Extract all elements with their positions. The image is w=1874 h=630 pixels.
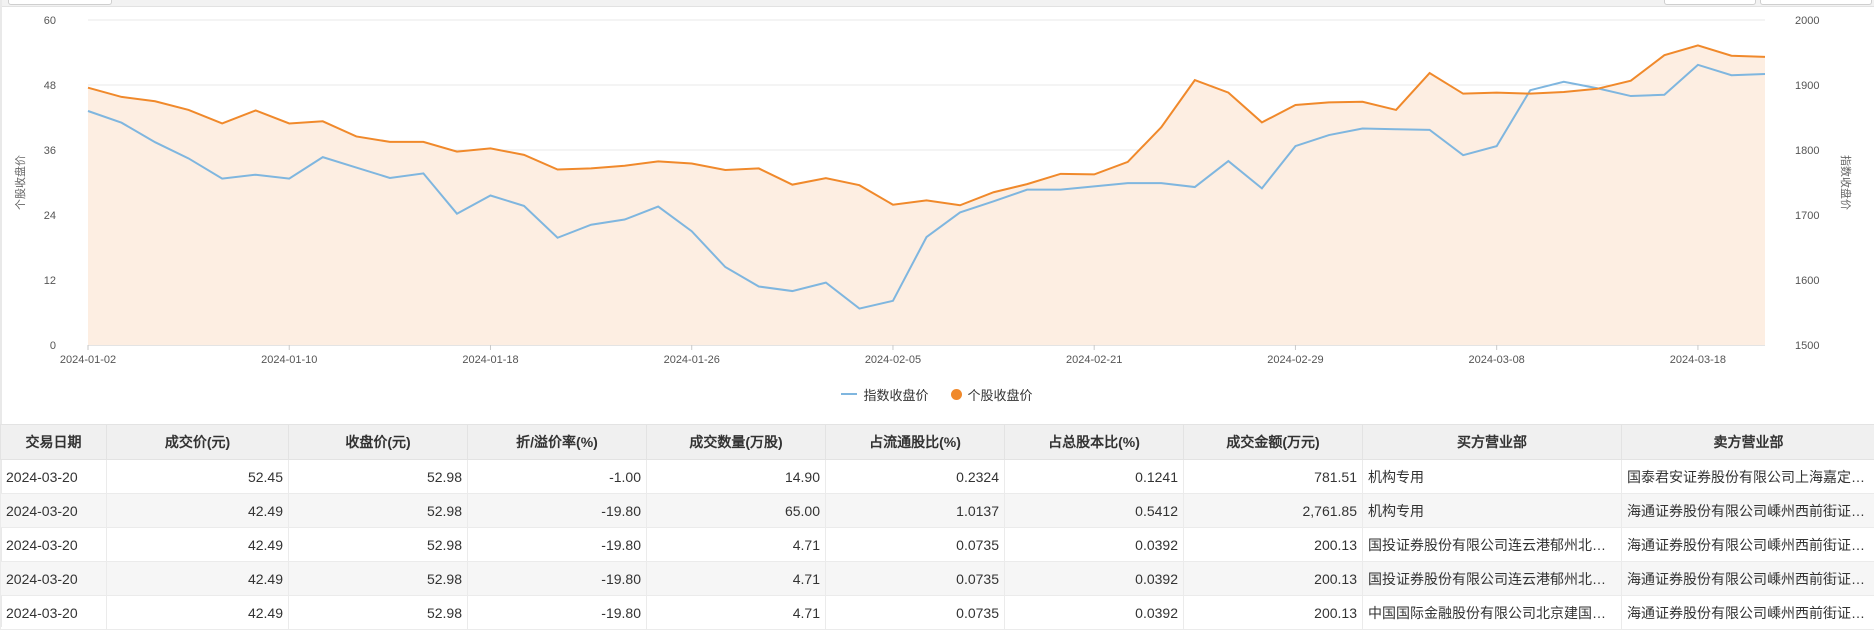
left-tick-label: 24 [44, 210, 56, 222]
header-volume[interactable]: 成交数量(万股) [647, 425, 826, 460]
cell-amount: 200.13 [1184, 528, 1363, 562]
cell-volume: 4.71 [647, 528, 826, 562]
left-tick-label: 60 [44, 15, 56, 27]
cell-premium: -1.00 [468, 460, 647, 494]
header-trade-date[interactable]: 交易日期 [1, 425, 107, 460]
cell-close-price: 52.98 [289, 494, 468, 528]
right-axis-title: 指数收盘价 [1839, 155, 1853, 210]
table-row[interactable]: 2024-03-20 42.49 52.98 -19.80 4.71 0.073… [1, 528, 1874, 562]
cell-float-ratio: 0.0735 [826, 562, 1005, 596]
cell-total-ratio: 0.0392 [1005, 596, 1184, 630]
cell-amount: 200.13 [1184, 596, 1363, 630]
table-row[interactable]: 2024-03-20 52.45 52.98 -1.00 14.90 0.232… [1, 460, 1874, 494]
legend-item-index[interactable]: 指数收盘价 [841, 383, 928, 405]
cell-premium: -19.80 [468, 562, 647, 596]
right-tick-label: 1700 [1795, 210, 1819, 222]
legend-dot-marker [951, 389, 962, 400]
cell-trade-price: 42.49 [107, 596, 289, 630]
cell-date: 2024-03-20 [1, 460, 107, 494]
left-tick-label: 36 [44, 145, 56, 157]
header-trade-price[interactable]: 成交价(元) [107, 425, 289, 460]
cell-trade-price: 52.45 [107, 460, 289, 494]
chart-legend: 指数收盘价 个股收盘价 [0, 383, 1874, 405]
table-row[interactable]: 2024-03-20 42.49 52.98 -19.80 4.71 0.073… [1, 562, 1874, 596]
left-tick-label: 48 [44, 80, 56, 92]
stock-area-fill [88, 45, 1765, 345]
cell-buyer: 机构专用 [1363, 460, 1622, 494]
left-axis-title: 个股收盘价 [13, 155, 27, 210]
x-tick-label: 2024-01-02 [60, 354, 116, 366]
cell-seller: 海通证券股份有限公司嵊州西前街证券营业部 [1622, 528, 1874, 562]
legend-index-label: 指数收盘价 [863, 385, 928, 404]
cell-total-ratio: 0.5412 [1005, 494, 1184, 528]
cell-amount: 781.51 [1184, 460, 1363, 494]
x-tick-label: 2024-02-29 [1267, 354, 1323, 366]
left-tick-label: 12 [44, 275, 56, 287]
cell-buyer: 国投证券股份有限公司连云港郁州北路证券营业部 [1363, 528, 1622, 562]
cell-volume: 4.71 [647, 562, 826, 596]
table-row[interactable]: 2024-03-20 42.49 52.98 -19.80 65.00 1.01… [1, 494, 1874, 528]
table-row[interactable]: 2024-03-20 42.49 52.98 -19.80 4.71 0.073… [1, 596, 1874, 630]
right-tick-label: 2000 [1795, 15, 1819, 27]
header-premium-rate[interactable]: 折/溢价率(%) [468, 425, 647, 460]
cell-seller: 海通证券股份有限公司嵊州西前街证券营业部 [1622, 494, 1874, 528]
cell-date: 2024-03-20 [1, 596, 107, 630]
x-tick-label: 2024-01-10 [261, 354, 317, 366]
cell-close-price: 52.98 [289, 596, 468, 630]
cell-buyer: 中国国际金融股份有限公司北京建国门外大街证券营业部 [1363, 596, 1622, 630]
legend-item-stock[interactable]: 个股收盘价 [951, 383, 1033, 405]
cell-close-price: 52.98 [289, 528, 468, 562]
cell-premium: -19.80 [468, 528, 647, 562]
x-tick-label: 2024-01-18 [462, 354, 518, 366]
legend-line-marker [841, 393, 857, 395]
cell-close-price: 52.98 [289, 460, 468, 494]
block-trade-table: 交易日期 成交价(元) 收盘价(元) 折/溢价率(%) 成交数量(万股) 占流通… [0, 424, 1874, 630]
cell-premium: -19.80 [468, 494, 647, 528]
x-tick-label: 2024-03-18 [1670, 354, 1726, 366]
cell-seller: 海通证券股份有限公司嵊州西前街证券营业部 [1622, 562, 1874, 596]
cell-date: 2024-03-20 [1, 494, 107, 528]
right-tick-label: 1800 [1795, 145, 1819, 157]
cell-premium: -19.80 [468, 596, 647, 630]
cell-date: 2024-03-20 [1, 562, 107, 596]
right-tick-label: 1900 [1795, 80, 1819, 92]
table-header-row: 交易日期 成交价(元) 收盘价(元) 折/溢价率(%) 成交数量(万股) 占流通… [1, 425, 1874, 460]
cell-float-ratio: 1.0137 [826, 494, 1005, 528]
cell-volume: 65.00 [647, 494, 826, 528]
cell-total-ratio: 0.0392 [1005, 528, 1184, 562]
left-tick-label: 0 [50, 340, 56, 352]
header-seller[interactable]: 卖方营业部 [1622, 425, 1874, 460]
cell-float-ratio: 0.2324 [826, 460, 1005, 494]
cell-total-ratio: 0.0392 [1005, 562, 1184, 596]
cell-close-price: 52.98 [289, 562, 468, 596]
x-tick-label: 2024-02-05 [865, 354, 921, 366]
legend-stock-label: 个股收盘价 [968, 385, 1033, 404]
x-tick-label: 2024-02-21 [1066, 354, 1122, 366]
cell-buyer: 机构专用 [1363, 494, 1622, 528]
cell-float-ratio: 0.0735 [826, 528, 1005, 562]
cell-float-ratio: 0.0735 [826, 596, 1005, 630]
right-tick-label: 1600 [1795, 275, 1819, 287]
x-tick-label: 2024-03-08 [1469, 354, 1525, 366]
cell-seller: 海通证券股份有限公司嵊州西前街证券营业部 [1622, 596, 1874, 630]
header-buyer[interactable]: 买方营业部 [1363, 425, 1622, 460]
header-total-ratio[interactable]: 占总股本比(%) [1005, 425, 1184, 460]
header-float-ratio[interactable]: 占流通股比(%) [826, 425, 1005, 460]
cell-total-ratio: 0.1241 [1005, 460, 1184, 494]
x-tick-label: 2024-01-26 [664, 354, 720, 366]
cell-buyer: 国投证券股份有限公司连云港郁州北路证券营业部 [1363, 562, 1622, 596]
cell-trade-price: 42.49 [107, 562, 289, 596]
header-amount[interactable]: 成交金额(万元) [1184, 425, 1363, 460]
cell-seller: 国泰君安证券股份有限公司上海嘉定区金沙江西路证券营业部 [1622, 460, 1874, 494]
cell-amount: 2,761.85 [1184, 494, 1363, 528]
cell-trade-price: 42.49 [107, 528, 289, 562]
cell-date: 2024-03-20 [1, 528, 107, 562]
cell-volume: 4.71 [647, 596, 826, 630]
right-tick-label: 1500 [1795, 340, 1819, 352]
header-close-price[interactable]: 收盘价(元) [289, 425, 468, 460]
cell-trade-price: 42.49 [107, 494, 289, 528]
cell-amount: 200.13 [1184, 562, 1363, 596]
cell-volume: 14.90 [647, 460, 826, 494]
price-chart: 0 1500 12 1600 24 1700 36 1800 48 1900 60 2000 个股收盘价… [0, 0, 1874, 380]
